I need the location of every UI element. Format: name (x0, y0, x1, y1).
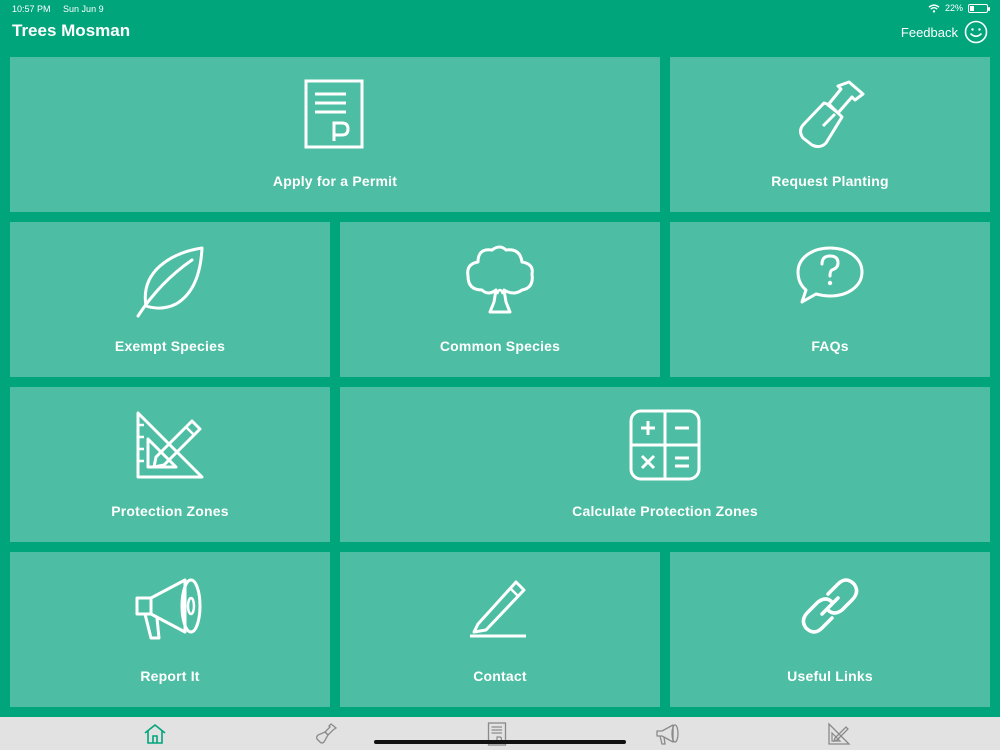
tab-report-it[interactable] (638, 717, 698, 750)
shovel-icon (799, 80, 865, 149)
wifi-icon (928, 3, 940, 13)
tile-label: Common Species (439, 338, 561, 354)
tree-icon (466, 245, 534, 314)
tab-bar (0, 717, 1000, 750)
megaphone-icon (135, 578, 202, 640)
tile-faqs[interactable]: FAQs (670, 222, 990, 377)
link-icon (801, 578, 859, 634)
nav-bar: Trees Mosman Feedback (0, 18, 1000, 54)
megaphone-icon (656, 723, 679, 745)
feedback-label: Feedback (900, 24, 958, 40)
home-indicator (374, 740, 626, 744)
tile-label: Request Planting (771, 173, 889, 189)
app-title: Trees Mosman (12, 21, 131, 40)
set-square-pencil-icon (828, 721, 851, 745)
tile-common-species[interactable]: Common Species (340, 222, 660, 377)
home-icon (144, 723, 166, 744)
tile-calculate-protection-zones[interactable]: Calculate Protection Zones (340, 387, 990, 542)
tile-label: Report It (140, 668, 200, 684)
tile-label: Calculate Protection Zones (572, 503, 758, 519)
tile-label: Protection Zones (111, 503, 229, 519)
tile-label: Exempt Species (114, 338, 226, 354)
tile-exempt-species[interactable]: Exempt Species (10, 222, 330, 377)
permit-document-icon (304, 79, 364, 149)
status-date: Sun Jun 9 (63, 4, 104, 14)
tile-label: Useful Links (787, 668, 873, 684)
tile-report-it[interactable]: Report It (10, 552, 330, 707)
tile-label: FAQs (811, 338, 849, 354)
tile-label: Contact (473, 668, 527, 684)
pencil-icon (470, 580, 526, 638)
shovel-icon (316, 722, 338, 744)
feedback-button[interactable]: Feedback (901, 20, 988, 44)
battery-percent: 22% (944, 3, 963, 13)
status-bar: 10:57 PM Sun Jun 9 22% (0, 0, 1000, 18)
tab-permit[interactable] (467, 717, 527, 750)
status-left: 10:57 PM Sun Jun 9 (12, 4, 114, 14)
calculator-icon (629, 409, 701, 481)
tab-home[interactable] (125, 717, 185, 750)
question-bubble-icon (796, 246, 864, 304)
tab-protection-zones[interactable] (809, 717, 869, 750)
tile-protection-zones[interactable]: Protection Zones (10, 387, 330, 542)
battery-fill (970, 5, 974, 11)
status-right: 22% (928, 3, 990, 13)
tile-apply-permit[interactable]: Apply for a Permit (10, 57, 660, 212)
tile-request-planting[interactable]: Request Planting (670, 57, 990, 212)
tab-request-planting[interactable] (296, 717, 356, 750)
menu-grid: Apply for a Permit Request Planting Exem… (10, 57, 990, 707)
battery-icon (968, 3, 990, 13)
smiley-icon (964, 20, 988, 44)
status-time: 10:57 PM (12, 4, 51, 14)
tile-useful-links[interactable]: Useful Links (670, 552, 990, 707)
set-square-pencil-icon (136, 411, 204, 479)
leaf-icon (136, 246, 204, 318)
tile-contact[interactable]: Contact (340, 552, 660, 707)
tile-label: Apply for a Permit (272, 173, 398, 189)
